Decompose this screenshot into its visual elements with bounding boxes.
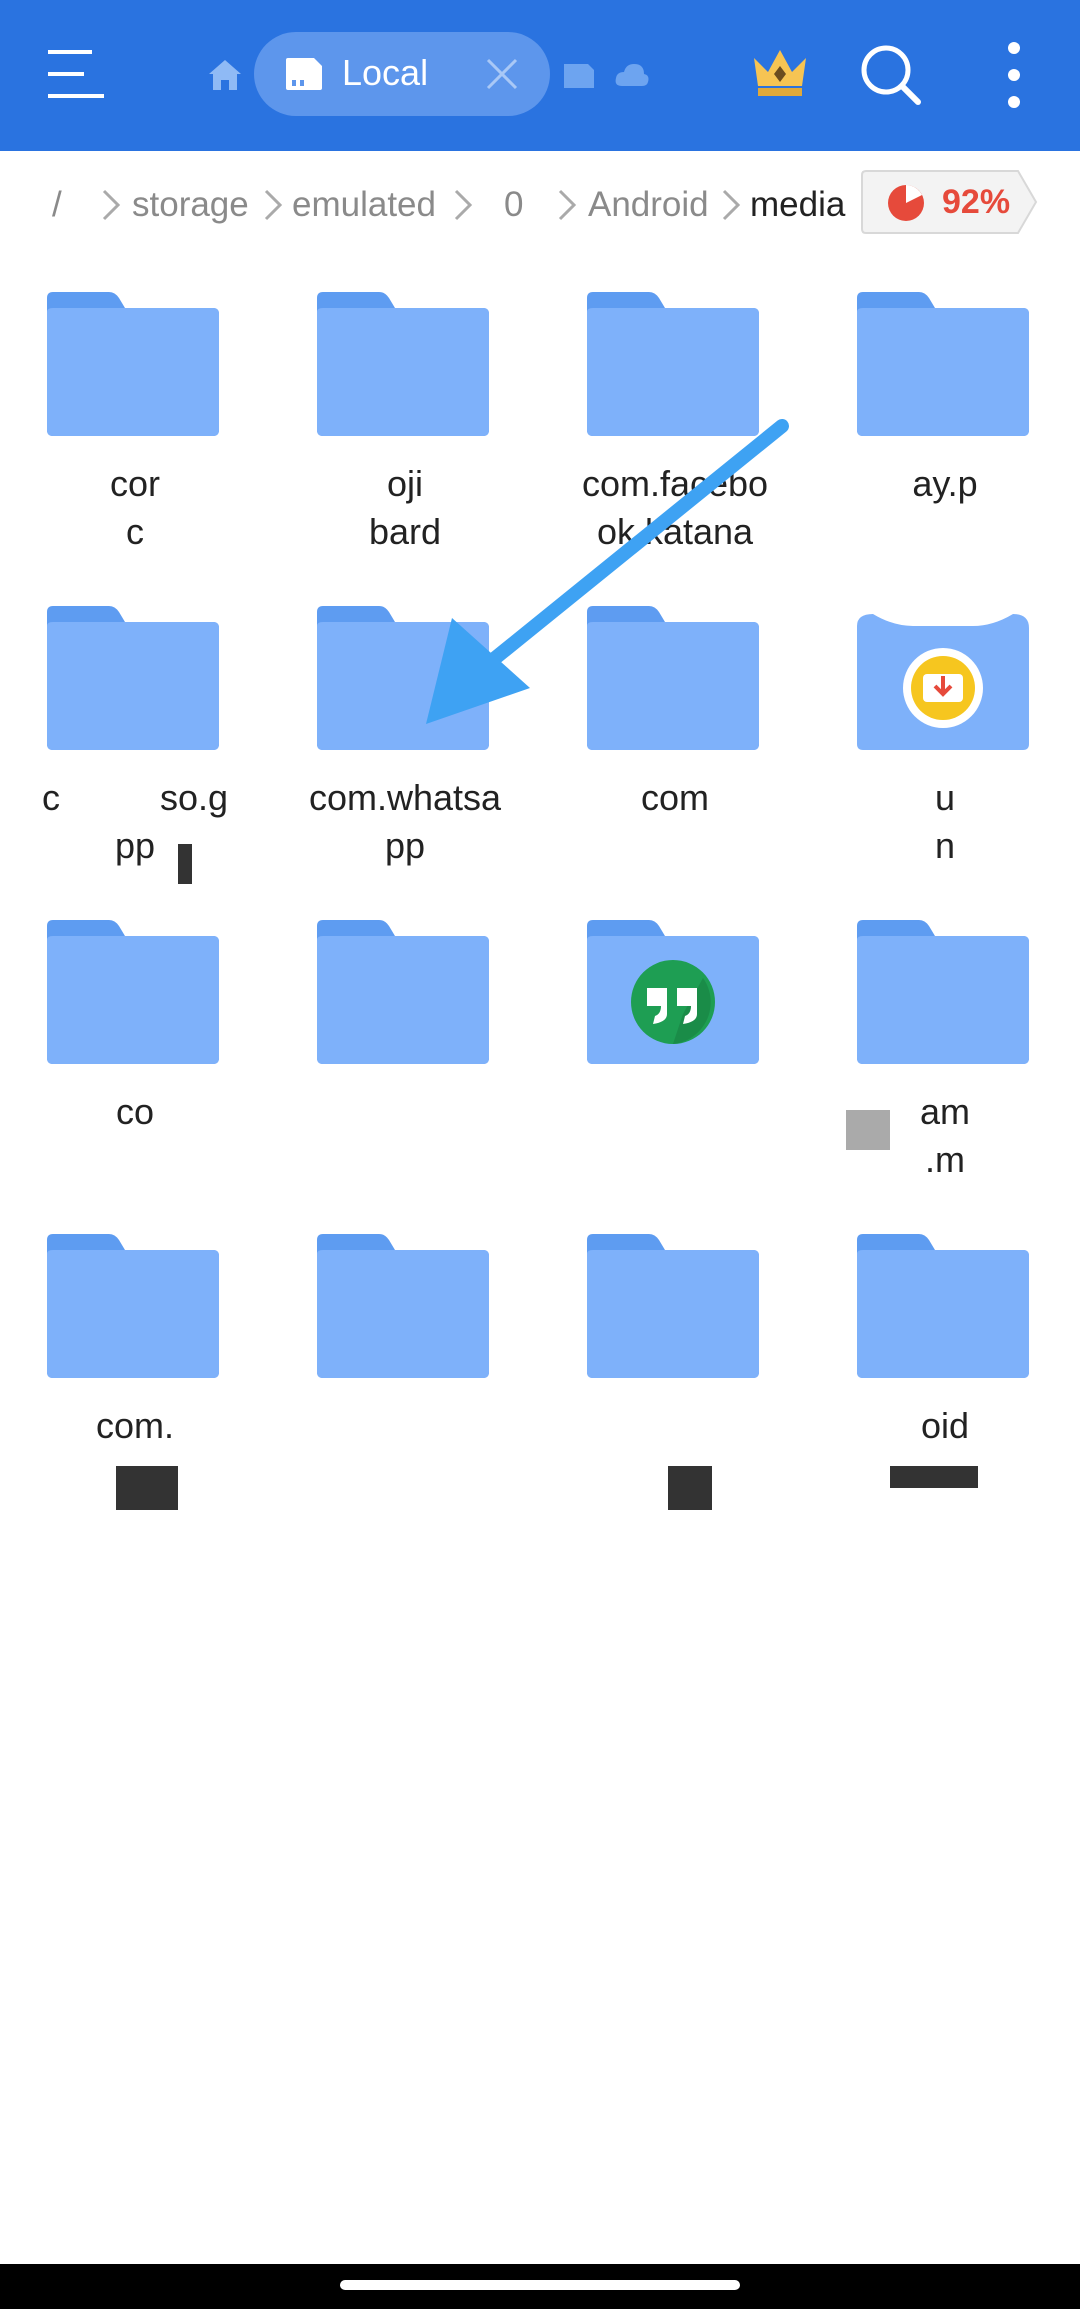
folder-name: cor c — [109, 463, 160, 552]
chevron-right-icon — [558, 189, 577, 221]
folder-icon — [857, 1234, 1029, 1378]
home-gesture-bar[interactable] — [340, 2280, 740, 2290]
folder-name: u n — [934, 777, 956, 866]
folder-name: c so.g pp — [41, 777, 229, 866]
redaction-mark — [178, 844, 192, 884]
redaction-mark — [890, 1466, 978, 1488]
sd-card-icon[interactable] — [562, 60, 596, 90]
folder-item[interactable]: u n — [810, 594, 1080, 908]
crown-icon[interactable] — [750, 44, 810, 100]
folder-name: oji bard — [368, 463, 442, 552]
folder-item[interactable]: oid — [810, 1222, 1080, 1536]
folder-icon — [587, 920, 759, 1064]
folder-name: oid — [920, 1405, 970, 1446]
folder-item[interactable] — [540, 908, 810, 1222]
tab-local-label: Local — [342, 52, 429, 93]
folder-name: ay.p — [912, 463, 978, 504]
hangouts-quote-icon — [631, 960, 715, 1044]
folder-icon — [587, 606, 759, 750]
folder-name: co — [115, 1091, 155, 1132]
folder-icon — [47, 292, 219, 436]
breadcrumb-root[interactable]: / — [52, 183, 62, 227]
breadcrumb-0[interactable]: 0 — [504, 183, 523, 227]
folder-icon — [317, 1234, 489, 1378]
folder-icon — [857, 292, 1029, 436]
folder-name: com.facebo ok.katana — [581, 463, 769, 552]
folder-item[interactable]: com — [540, 594, 810, 908]
folder-icon — [317, 606, 489, 750]
download-folder-icon — [903, 648, 983, 728]
close-icon[interactable] — [484, 56, 520, 92]
folder-item[interactable]: am .m — [810, 908, 1080, 1222]
storage-percent: 92% — [942, 183, 1011, 221]
chevron-right-icon — [102, 189, 121, 221]
folder-icon — [857, 920, 1029, 1064]
system-nav-bar — [0, 2264, 1080, 2309]
folder-item[interactable] — [270, 1222, 540, 1536]
top-app-bar: Local — [0, 0, 1080, 151]
folder-name: com.whatsa pp — [308, 777, 502, 866]
redaction-mark — [116, 1466, 178, 1510]
breadcrumb: / storage emulated 0 Android media 92% — [0, 151, 1080, 261]
breadcrumb-android[interactable]: Android — [588, 183, 709, 227]
more-vertical-icon[interactable] — [1000, 40, 1028, 110]
folder-icon — [47, 1234, 219, 1378]
redaction-mark — [846, 1110, 890, 1150]
breadcrumb-storage[interactable]: storage — [132, 183, 249, 227]
folder-item[interactable]: c so.g pp — [0, 594, 270, 908]
search-icon[interactable] — [860, 44, 922, 106]
folder-item[interactable]: com.whatsa pp — [270, 594, 540, 908]
tab-local[interactable]: Local — [254, 32, 550, 116]
folder-item[interactable]: oji bard — [270, 280, 540, 594]
chevron-right-icon — [722, 189, 741, 221]
folder-item[interactable]: com.facebo ok.katana — [540, 280, 810, 594]
folder-icon — [857, 614, 1029, 750]
folder-item[interactable]: ay.p — [810, 280, 1080, 594]
folder-icon — [587, 1234, 759, 1378]
folder-icon — [47, 920, 219, 1064]
redaction-mark — [668, 1466, 712, 1510]
pie-chart-icon — [888, 185, 924, 221]
folder-item[interactable] — [270, 908, 540, 1222]
folder-icon — [317, 292, 489, 436]
folder-icon — [47, 606, 219, 750]
folder-item[interactable]: cor c — [0, 280, 270, 594]
folder-icon — [587, 292, 759, 436]
chevron-right-icon — [264, 189, 283, 221]
folder-item[interactable]: co — [0, 908, 270, 1222]
storage-usage-badge[interactable]: 92% — [860, 169, 1038, 235]
breadcrumb-emulated[interactable]: emulated — [292, 183, 436, 227]
home-icon[interactable] — [206, 56, 244, 94]
phone-storage-icon — [286, 58, 322, 90]
hamburger-menu-icon[interactable] — [44, 46, 108, 102]
cloud-icon[interactable] — [614, 60, 650, 90]
breadcrumb-media[interactable]: media — [750, 183, 845, 227]
chevron-right-icon — [454, 189, 473, 221]
folder-name: com — [640, 777, 709, 818]
folder-icon — [317, 920, 489, 1064]
